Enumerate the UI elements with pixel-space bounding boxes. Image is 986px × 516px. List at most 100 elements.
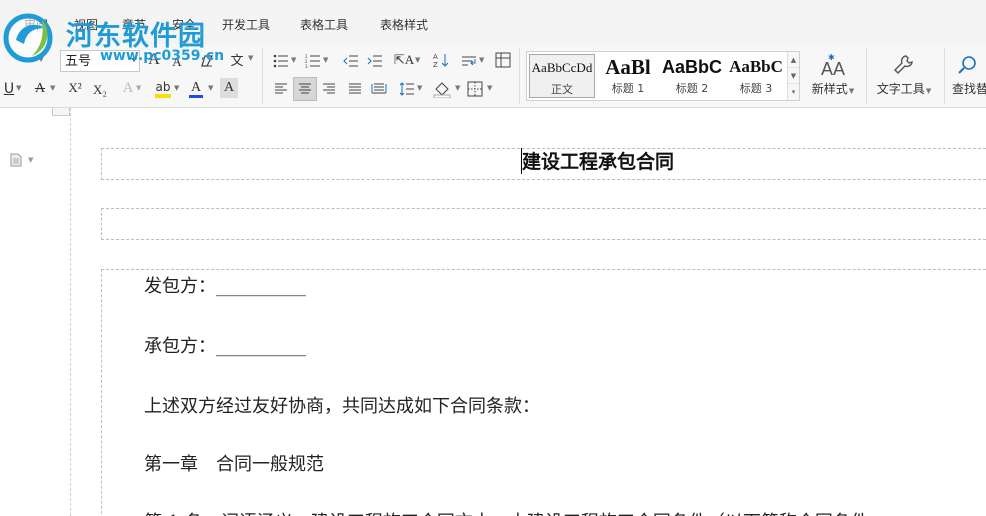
font-size-select[interactable]: 五号	[60, 50, 140, 72]
align-left-icon[interactable]	[272, 80, 290, 98]
grow-font-icon[interactable]: A	[146, 50, 162, 70]
tab-table-tools[interactable]: 表格工具	[300, 16, 348, 33]
align-center-button[interactable]	[293, 77, 317, 101]
find-replace-button[interactable]: 查找替	[952, 50, 986, 102]
text-tools-button[interactable]: 文字工具▼	[872, 50, 936, 102]
empty-paragraph-frame	[101, 208, 986, 240]
wrench-icon	[892, 50, 916, 80]
line-break-icon[interactable]	[460, 52, 478, 70]
tab-security[interactable]: 安全	[172, 16, 196, 33]
style-sample: AaBbC	[729, 57, 783, 76]
chevron-down-icon[interactable]: ▼	[16, 84, 21, 92]
paragraph-contractor[interactable]: 承包方：__________	[144, 332, 306, 358]
text-cursor	[521, 148, 522, 174]
paragraph-employer[interactable]: 发包方：__________	[144, 272, 306, 298]
style-heading-3[interactable]: AaBbC 标题 3	[723, 54, 789, 98]
chevron-down-icon[interactable]: ▼	[417, 84, 422, 92]
chevron-down-icon[interactable]: ▼	[248, 54, 253, 62]
svg-text:3: 3	[305, 64, 308, 68]
line-spacing-icon[interactable]	[398, 80, 416, 98]
underline-icon[interactable]: U	[2, 80, 16, 98]
document-title[interactable]: 建设工程承包合同	[522, 148, 674, 180]
svg-text:✱: ✱	[828, 53, 835, 62]
paragraph-article-1[interactable]: 第 1 条 词语涵义 建设工程施工合同文本、本建设工程施工合同条件（以下简称合同…	[144, 508, 869, 516]
document-canvas[interactable]: ▼ 建设工程承包合同 发包方：__________ 承包方：__________…	[0, 108, 986, 516]
style-label: 标题 3	[739, 82, 773, 95]
paragraph-intro[interactable]: 上述双方经过友好协商，共同达成如下合同条款：	[144, 392, 540, 418]
style-label: 正文	[551, 83, 573, 96]
ribbon-tab-bar: 审阅 视图 章节 安全 开发工具 表格工具 表格样式	[0, 0, 986, 44]
chevron-down-icon[interactable]: ▼	[455, 84, 460, 92]
table-icon[interactable]	[494, 50, 512, 70]
char-shading-icon[interactable]: A	[220, 78, 238, 98]
new-style-icon: AA ✱	[820, 50, 846, 80]
justify-icon[interactable]	[346, 80, 364, 98]
borders-icon[interactable]	[466, 79, 484, 99]
chevron-down-icon	[131, 58, 137, 62]
chevron-down-icon[interactable]: ▼	[174, 84, 179, 92]
decrease-indent-icon[interactable]	[342, 52, 360, 70]
new-style-label: 新样式	[811, 82, 848, 96]
font-size-value: 五号	[65, 53, 92, 68]
tab-view[interactable]: 视图	[74, 16, 98, 33]
increase-indent-icon[interactable]	[366, 52, 384, 70]
chevron-down-icon[interactable]: ▼	[323, 56, 328, 64]
search-icon	[952, 50, 980, 80]
scroll-up-icon[interactable]: ▲	[788, 52, 799, 68]
toolbar-separator	[866, 48, 867, 104]
document-icon	[10, 153, 22, 167]
chevron-down-icon[interactable]: ▼	[291, 56, 296, 64]
style-label: 标题 1	[611, 82, 645, 95]
style-sample: AaBbCcDd	[531, 60, 593, 75]
chevron-down-icon[interactable]: ▼	[136, 84, 141, 92]
chevron-down-icon[interactable]: ▼	[415, 56, 420, 64]
bullet-list-icon[interactable]	[272, 52, 290, 70]
strikethrough-icon[interactable]: A	[32, 80, 48, 98]
expand-gallery-icon[interactable]: ▾	[788, 84, 799, 100]
text-direction-icon[interactable]: ⇱A	[394, 50, 414, 70]
distributed-align-icon[interactable]	[370, 80, 388, 98]
tab-review[interactable]: 审阅	[24, 16, 48, 33]
style-normal[interactable]: AaBbCcDd 正文	[529, 54, 595, 98]
font-color-icon[interactable]: A	[188, 78, 204, 100]
tab-table-style[interactable]: 表格样式	[380, 16, 428, 33]
scroll-down-icon[interactable]: ▼	[788, 68, 799, 84]
toolbar-separator	[519, 48, 520, 104]
subscript-icon[interactable]: X₂	[91, 80, 109, 100]
align-right-icon[interactable]	[320, 80, 338, 98]
chevron-down-icon[interactable]: ▼	[50, 84, 55, 92]
chevron-down-icon[interactable]: ▼	[487, 84, 492, 92]
shrink-font-icon[interactable]: A	[170, 53, 184, 71]
toolbar-separator	[262, 48, 263, 104]
page-margin-guide	[70, 108, 71, 516]
superscript-icon[interactable]: X²	[66, 78, 84, 98]
style-heading-2[interactable]: AaBbC 标题 2	[659, 54, 725, 98]
highlight-color-icon[interactable]: ab	[154, 78, 172, 100]
shading-icon[interactable]	[432, 78, 452, 100]
phonetic-guide-icon[interactable]: 文	[226, 48, 248, 70]
chevron-down-icon[interactable]: ▼	[479, 56, 484, 64]
navigation-pane-toggle[interactable]: ▼	[9, 153, 37, 167]
style-heading-1[interactable]: AaBl 标题 1	[595, 54, 661, 98]
numbered-list-icon[interactable]: 123	[304, 52, 322, 70]
clear-format-icon[interactable]	[198, 52, 218, 70]
svg-text:A: A	[433, 53, 438, 61]
style-gallery: AaBbCcDd 正文 AaBl 标题 1 AaBbC 标题 2 AaBbC 标…	[526, 51, 800, 101]
paragraph-chapter-1[interactable]: 第一章 合同一般规范	[144, 450, 324, 476]
new-style-button[interactable]: AA ✱ 新样式▼	[806, 50, 860, 102]
chevron-down-icon: ▼	[28, 156, 34, 164]
style-sample: AaBl	[605, 55, 651, 79]
find-replace-label: 查找替	[952, 82, 986, 96]
ribbon-toolbar: 五号 ▼ A A 文 ▼ U ▼ A ▼ X² X₂ A ▼ ab ▼ A ▼ …	[0, 44, 986, 108]
ruler-tab-marker[interactable]	[52, 108, 70, 116]
style-gallery-scroller: ▲ ▼ ▾	[787, 52, 799, 100]
text-tools-label: 文字工具	[876, 82, 925, 96]
svg-text:Z: Z	[433, 61, 438, 68]
tab-section[interactable]: 章节	[122, 16, 146, 33]
tab-developer-tools[interactable]: 开发工具	[222, 16, 270, 33]
chevron-down-icon[interactable]: ▼	[208, 84, 213, 92]
text-effect-icon[interactable]: A	[120, 78, 136, 98]
sort-icon[interactable]: AZ	[432, 50, 450, 70]
font-name-dropdown-arrow[interactable]: ▼	[38, 54, 44, 63]
style-label: 标题 2	[675, 82, 709, 95]
